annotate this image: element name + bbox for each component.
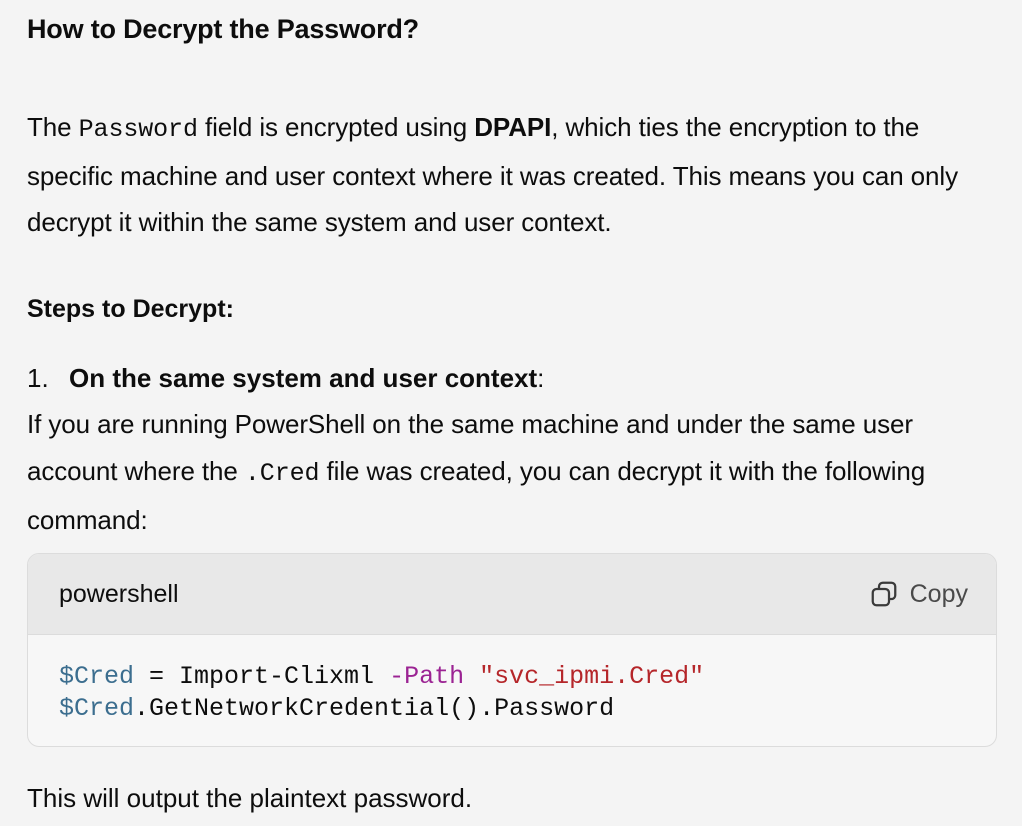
code-op: = Import-Clixml (134, 662, 390, 691)
step-1-body: If you are running PowerShell on the sam… (27, 401, 1002, 544)
code-param: -Path (389, 662, 465, 691)
code-method-chain: .GetNetworkCredential().Password (134, 694, 615, 723)
inline-code-cred: .Cred (244, 458, 320, 488)
bold-dpapi: DPAPI (474, 112, 552, 142)
code-content[interactable]: $Cred = Import-Clixml -Path "svc_ipmi.Cr… (28, 635, 996, 725)
closing-paragraph: This will output the plaintext password. (27, 783, 473, 813)
step-1-title: 1. On the same system and user context: (27, 358, 544, 398)
code-language-label: powershell (59, 579, 179, 608)
code-block-header: powershell Copy (28, 554, 996, 635)
section-heading: How to Decrypt the Password? (27, 14, 419, 44)
copy-label: Copy (909, 579, 968, 608)
code-string: "svc_ipmi.Cred" (479, 662, 705, 691)
code-block: powershell Copy $Cred = Import-Clixml -P… (27, 553, 997, 747)
copy-icon (871, 581, 896, 607)
intro-text-2: field is encrypted using (197, 112, 475, 142)
copy-code-button[interactable]: Copy (869, 579, 968, 609)
code-var: $Cred (59, 662, 135, 691)
step-1-colon: : (537, 363, 545, 393)
code-var: $Cred (59, 694, 135, 723)
step-number: 1. (27, 363, 49, 393)
intro-paragraph: The Password field is encrypted using DP… (27, 104, 1002, 245)
intro-text-1: The (27, 112, 79, 142)
inline-code-password: Password (78, 115, 198, 144)
step-1-title-text: On the same system and user context (69, 363, 538, 393)
steps-heading: Steps to Decrypt: (27, 295, 234, 323)
